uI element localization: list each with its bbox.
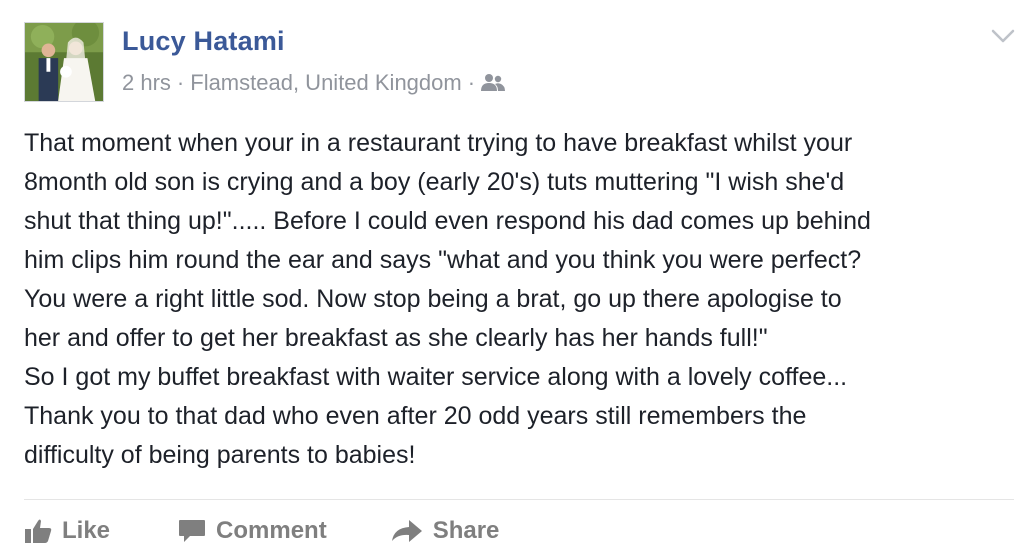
post-body-line: difficulty of being parents to babies! bbox=[24, 441, 416, 469]
post-location[interactable]: Flamstead, United Kingdom bbox=[190, 70, 461, 96]
friends-icon[interactable] bbox=[481, 73, 506, 93]
like-button[interactable]: Like bbox=[24, 517, 110, 545]
post-body-line: her and offer to get her breakfast as sh… bbox=[24, 324, 768, 352]
like-label: Like bbox=[62, 517, 111, 544]
chevron-down-icon[interactable] bbox=[990, 26, 1016, 46]
post-timestamp[interactable]: 2 hrs bbox=[122, 70, 171, 96]
post-meta: 2 hrs · Flamstead, United Kingdom · bbox=[122, 70, 506, 96]
share-button[interactable]: Share bbox=[391, 517, 500, 545]
comment-button[interactable]: Comment bbox=[178, 517, 327, 545]
post-body-line: You were a right little sod. Now stop be… bbox=[24, 285, 842, 313]
meta-separator: · bbox=[176, 70, 185, 95]
speech-bubble-icon bbox=[178, 519, 206, 543]
post-body-line: Thank you to that dad who even after 20 … bbox=[24, 402, 807, 430]
share-arrow-icon bbox=[391, 519, 423, 543]
post-body-line: That moment when your in a restaurant tr… bbox=[24, 129, 853, 157]
author-name[interactable]: Lucy Hatami bbox=[122, 26, 285, 57]
share-label: Share bbox=[432, 517, 500, 544]
meta-separator: · bbox=[467, 70, 476, 95]
comment-label: Comment bbox=[216, 517, 327, 544]
post-body-line: shut that thing up!"..... Before I could… bbox=[24, 207, 871, 235]
divider bbox=[24, 499, 1014, 500]
avatar[interactable] bbox=[24, 22, 104, 102]
facebook-post: Lucy Hatami 2 hrs · Flamstead, United Ki… bbox=[0, 0, 1030, 552]
post-body: That moment when your in a restaurant tr… bbox=[24, 124, 1019, 475]
thumbs-up-icon bbox=[24, 518, 52, 544]
post-actions: Like Comment Share bbox=[24, 514, 499, 548]
post-body-line: 8month old son is crying and a boy (earl… bbox=[24, 168, 845, 196]
post-body-line: him clips him round the ear and says "wh… bbox=[24, 246, 862, 274]
post-body-line: So I got my buffet breakfast with waiter… bbox=[24, 363, 848, 391]
wedding-photo-image bbox=[25, 23, 103, 101]
